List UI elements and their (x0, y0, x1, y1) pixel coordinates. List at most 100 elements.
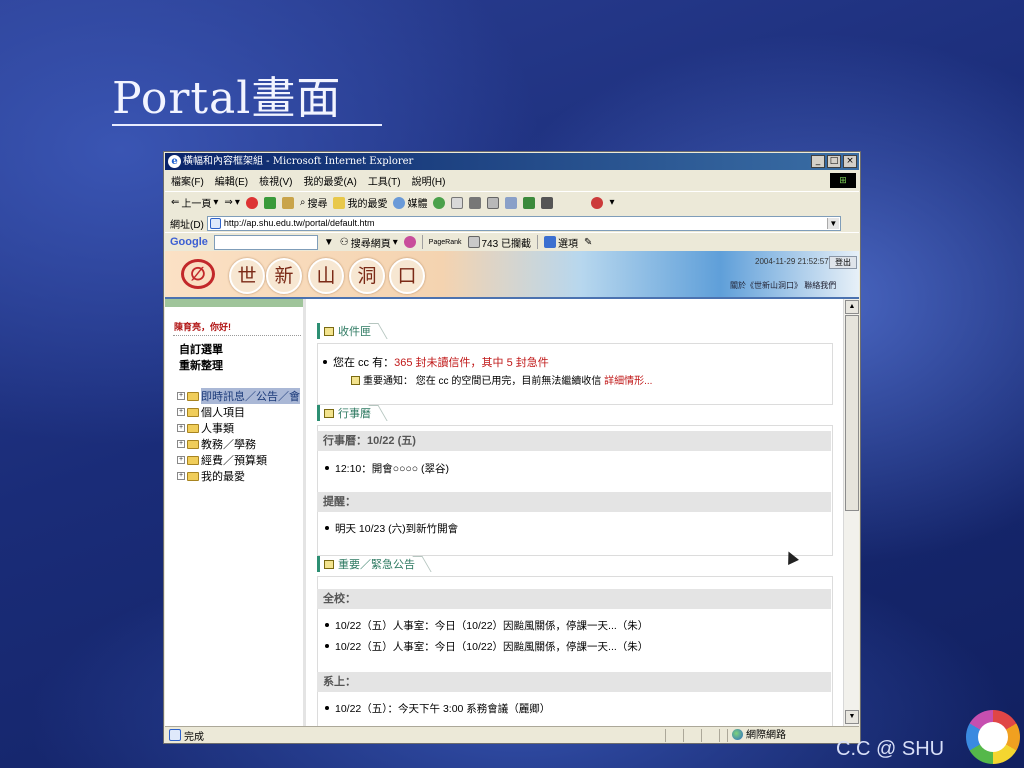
menu-help[interactable]: 說明(H) (412, 173, 446, 188)
department-header: 系上： (317, 672, 831, 692)
menu-file[interactable]: 檔案(F) (171, 173, 204, 188)
expand-icon[interactable]: + (177, 456, 185, 464)
search-button[interactable]: ⌕ 搜尋 (300, 195, 328, 210)
refresh-icon[interactable] (263, 196, 276, 209)
tree-item-label: 人事類 (201, 423, 234, 435)
stop-icon[interactable] (245, 196, 258, 209)
window-titlebar[interactable]: e 橫幅和內容框架組 - Microsoft Internet Explorer… (165, 153, 859, 170)
scroll-up-icon[interactable]: ▲ (845, 300, 859, 314)
contact-link[interactable]: 聯絡我們 (804, 281, 836, 290)
highlighter-icon[interactable]: ✎ (584, 237, 592, 248)
expand-icon[interactable]: + (177, 392, 185, 400)
expand-icon[interactable]: + (177, 472, 185, 480)
logout-button[interactable]: 登出 (829, 256, 857, 269)
extension-icon[interactable] (591, 196, 604, 209)
address-input[interactable]: http://ap.shu.edu.tw/portal/default.htm … (206, 215, 841, 231)
browser-window: e 橫幅和內容框架組 - Microsoft Internet Explorer… (163, 151, 861, 744)
google-toolbar: Google ▼ ⚇ 搜尋網頁 ▾ PageRank 743 已攔截 選項 ✎ (165, 232, 859, 251)
media-button[interactable]: 媒體 (393, 195, 427, 210)
quota-notice: 重要通知： 您在 cc 的空間已用完，目前無法繼續收信 詳細情形... (351, 372, 652, 387)
standard-toolbar: ⇐ 上一頁 ▾ ⇒ ▾ ⌕ 搜尋 我的最愛 媒體 ▾ (165, 191, 859, 213)
edit-icon[interactable] (487, 196, 500, 209)
menu-favorites[interactable]: 我的最愛(A) (303, 173, 356, 188)
chevron-down-icon[interactable]: ▼ (324, 237, 334, 248)
expand-icon[interactable]: + (177, 408, 185, 416)
university-logo[interactable]: ∅ (181, 259, 215, 289)
announcement-item[interactable]: 10/22（五）人事室：今日（10/22）因颱風關係，停課一天...（朱） (324, 639, 648, 654)
favorites-label: 我的最愛 (347, 199, 388, 210)
reminder-item[interactable]: 明天 10/23 (六)到新竹開會 (324, 521, 458, 536)
ie-icon: e (168, 155, 181, 168)
status-cell (683, 729, 701, 742)
history-icon[interactable] (433, 196, 446, 209)
options-label: 選項 (557, 238, 578, 250)
folder-tree: + 即時訊息／公告／會 + 個人項目 + 人事類 + 教務／學務 + 經費／預算… (177, 388, 317, 484)
blocked-count: 743 已攔截 (481, 238, 531, 250)
menu-bar: 檔案(F) 編輯(E) 檢視(V) 我的最愛(A) 工具(T) 說明(H) (165, 171, 859, 190)
news-icon[interactable] (403, 236, 416, 248)
calendar-title: 行事曆 (338, 408, 371, 420)
tree-item-messages[interactable]: + 即時訊息／公告／會 (177, 388, 317, 404)
sidebar-header-strip (165, 299, 303, 307)
separator (536, 235, 538, 249)
maximize-button[interactable]: □ (827, 155, 841, 168)
tree-item-budget[interactable]: + 經費／預算類 (177, 452, 317, 468)
research-icon[interactable] (541, 196, 554, 209)
address-url: http://ap.shu.edu.tw/portal/default.htm (223, 217, 375, 228)
menu-view[interactable]: 檢視(V) (259, 173, 292, 188)
search-web-button[interactable]: ⚇ 搜尋網頁 ▾ (340, 235, 398, 250)
messenger-icon[interactable] (523, 196, 536, 209)
forward-button[interactable]: ⇒ ▾ (224, 197, 239, 208)
calendar-item[interactable]: 12:10：開會○○○○ (翠谷) (324, 461, 449, 476)
scroll-down-icon[interactable]: ▼ (845, 710, 859, 724)
tree-item-personal[interactable]: + 個人項目 (177, 404, 317, 420)
popup-blocker[interactable]: 743 已攔截 (467, 235, 531, 250)
unread-mail-count[interactable]: 365 封未讀信件，其中 5 封急件 (394, 357, 549, 369)
announcement-item[interactable]: 10/22（五）人事室：今日（10/22）因颱風關係，停課一天...（朱） (324, 618, 648, 633)
chevron-down-icon: ▾ (213, 197, 219, 208)
divider (173, 335, 301, 336)
mail-icon[interactable] (451, 196, 464, 209)
popup-icon (467, 236, 480, 248)
print-icon[interactable] (469, 196, 482, 209)
tree-item-label: 經費／預算類 (201, 455, 267, 467)
expand-icon[interactable]: + (177, 424, 185, 432)
tree-item-academic[interactable]: + 教務／學務 (177, 436, 317, 452)
notice-text: 重要通知： 您在 cc 的空間已用完，目前無法繼續收信 (363, 376, 605, 387)
status-bar: 完成 網際網路 (165, 726, 859, 743)
department-item[interactable]: 10/22（五）：今天下午 3:00 系務會議（麗卿） (324, 701, 550, 716)
pagerank-label[interactable]: PageRank (429, 239, 462, 246)
chevron-down-icon[interactable]: ▼ (826, 217, 839, 229)
tree-item-personnel[interactable]: + 人事類 (177, 420, 317, 436)
discuss-icon[interactable] (505, 196, 518, 209)
tree-item-favorites[interactable]: + 我的最愛 (177, 468, 317, 484)
search-label: 搜尋 (307, 199, 328, 210)
banner-char: 新 (266, 258, 302, 294)
status-text: 完成 (184, 731, 204, 743)
back-button[interactable]: ⇐ 上一頁 ▾ (171, 195, 218, 210)
announcements-title: 重要／緊急公告 (338, 559, 415, 571)
vertical-scrollbar[interactable]: ▲ ▼ (843, 299, 859, 726)
home-icon[interactable] (281, 196, 294, 209)
minimize-button[interactable]: _ (811, 155, 825, 168)
google-logo[interactable]: Google (170, 236, 208, 248)
expand-icon[interactable]: + (177, 440, 185, 448)
options-button[interactable]: 選項 (543, 235, 578, 250)
search-icon: ⌕ (299, 197, 306, 208)
slide-footer: C.C @ SHU (836, 738, 945, 760)
chevron-down-icon[interactable]: ▾ (609, 197, 614, 208)
menu-tools[interactable]: 工具(T) (368, 173, 401, 188)
refresh-link[interactable]: 重新整理 (179, 357, 223, 373)
scroll-thumb[interactable] (845, 315, 859, 511)
custom-menu-link[interactable]: 自訂選單 (179, 341, 223, 357)
search-web-label: 搜尋網頁 (350, 238, 391, 250)
favorites-button[interactable]: 我的最愛 (333, 195, 387, 210)
windows-logo-icon: ⊞ (830, 173, 856, 188)
google-search-input[interactable] (213, 234, 318, 250)
window-controls: _ □ × (811, 155, 857, 168)
close-button[interactable]: × (843, 155, 857, 168)
menu-edit[interactable]: 編輯(E) (215, 173, 248, 188)
notice-details-link[interactable]: 詳細情形... (604, 376, 652, 387)
mail-prefix: 您在 cc 有： (333, 357, 395, 369)
about-link[interactable]: 關於《世新山洞口》 (730, 281, 802, 290)
